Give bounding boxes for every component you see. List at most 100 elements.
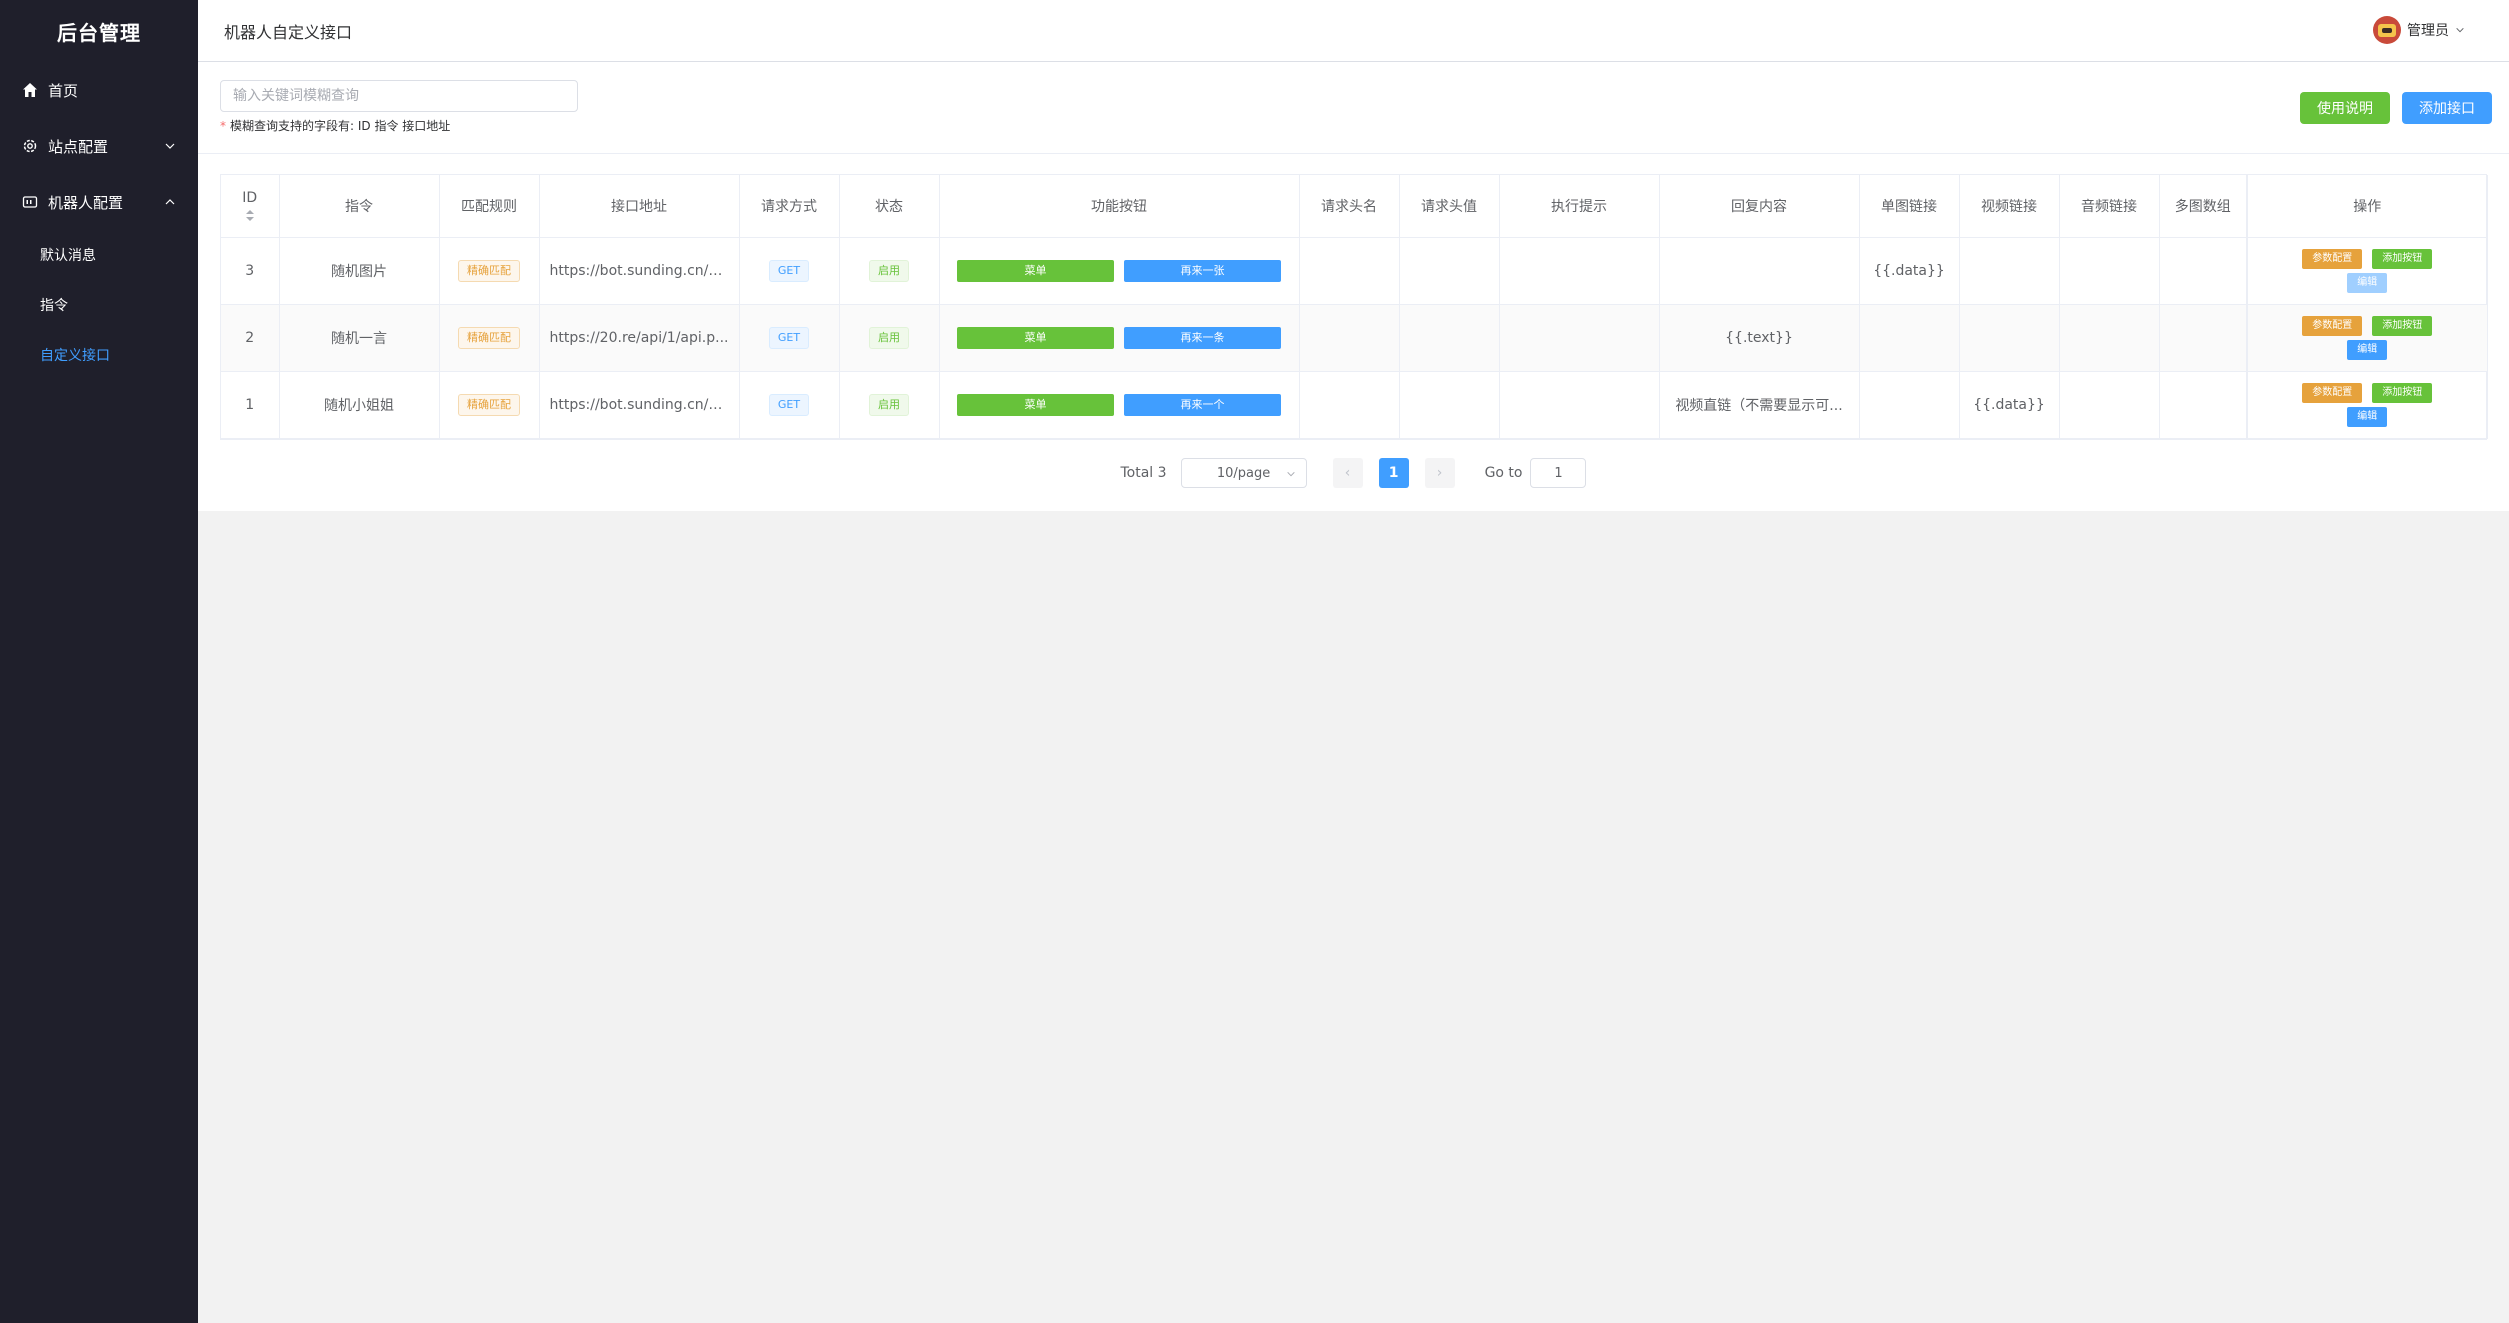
prev-page-button[interactable]: ‹ — [1332, 458, 1363, 488]
cell-audio-link — [2059, 237, 2160, 305]
main-content: * 模糊查询支持的字段有: ID 指令 接口地址 使用说明 添加接口 ID 指令 … — [198, 62, 2509, 511]
method-tag: GET — [768, 393, 810, 416]
cell-command: 随机图片 — [279, 237, 440, 305]
menu-function-button[interactable]: 菜单 — [957, 393, 1114, 416]
cell-header-value — [1399, 237, 1500, 305]
cell-actions: 参数配置 添加按钮 编辑 — [2246, 304, 2488, 372]
again-function-button[interactable]: 再来一条 — [1124, 326, 1281, 349]
column-header-id[interactable]: ID — [221, 175, 280, 238]
table-header-row: ID 指令 匹配规则 接口地址 请求方式 状态 功能按钮 请求头名 请求头值 执… — [221, 175, 2488, 238]
page-number-button[interactable]: 1 — [1378, 458, 1409, 488]
table-row: 2 随机一言 精确匹配 https://20.re/api/1/api.p...… — [221, 304, 2488, 372]
cell-rule: 精确匹配 — [439, 371, 540, 439]
column-header: 执行提示 — [1499, 175, 1660, 238]
column-header: 回复内容 — [1659, 175, 1860, 238]
cell-multi-images — [2159, 237, 2248, 305]
menu-function-button[interactable]: 菜单 — [957, 326, 1114, 349]
method-tag: GET — [768, 326, 810, 349]
cell-function-buttons: 菜单 再来一条 — [939, 304, 1300, 372]
page-size-select[interactable]: 10/page — [1180, 458, 1307, 488]
column-header: 匹配规则 — [439, 175, 540, 238]
cell-function-buttons: 菜单 再来一张 — [939, 237, 1300, 305]
cell-header-value — [1399, 304, 1500, 372]
sidebar-subitem-default-message[interactable]: 默认消息 — [0, 230, 198, 280]
method-tag: GET — [768, 259, 810, 282]
column-header: 单图链接 — [1859, 175, 1960, 238]
sidebar-subitem-custom-api[interactable]: 自定义接口 — [0, 330, 198, 380]
cell-status: 启用 — [839, 237, 940, 305]
sort-icon[interactable] — [245, 209, 254, 222]
cell-video-link: {{.data}} — [1959, 371, 2060, 439]
cell-header-name — [1299, 371, 1400, 439]
sidebar-item-home[interactable]: 首页 — [0, 62, 198, 118]
cell-image-link — [1859, 304, 1960, 372]
sidebar-item-site-config[interactable]: 站点配置 — [0, 118, 198, 174]
match-rule-tag: 精确匹配 — [458, 259, 520, 282]
cell-multi-images — [2159, 304, 2248, 372]
edit-button[interactable]: 编辑 — [2347, 339, 2388, 360]
search-hint: * 模糊查询支持的字段有: ID 指令 接口地址 — [220, 117, 450, 134]
column-header: 音频链接 — [2059, 175, 2160, 238]
cell-tip — [1499, 371, 1660, 439]
chevron-down-icon — [1286, 471, 1295, 477]
cell-reply: {{.text}} — [1659, 304, 1860, 372]
column-header: 多图数组 — [2159, 175, 2248, 238]
cell-function-buttons: 菜单 再来一个 — [939, 371, 1300, 439]
cell-actions: 参数配置 添加按钮 编辑 — [2246, 371, 2488, 439]
cell-status: 启用 — [839, 304, 940, 372]
search-input[interactable] — [220, 80, 578, 112]
sidebar-item-label: 首页 — [48, 81, 79, 100]
gear-icon — [22, 138, 38, 154]
param-config-button[interactable]: 参数配置 — [2302, 248, 2363, 269]
match-rule-tag: 精确匹配 — [458, 393, 520, 416]
add-button-button[interactable]: 添加按钮 — [2372, 248, 2433, 269]
column-header-label: ID — [242, 189, 258, 206]
cell-reply — [1659, 237, 1860, 305]
chevron-up-icon — [165, 199, 175, 205]
avatar — [2373, 16, 2401, 44]
column-header: 请求头名 — [1299, 175, 1400, 238]
cell-video-link — [1959, 304, 2060, 372]
user-menu[interactable]: 管理员 — [2373, 16, 2465, 44]
sidebar-item-robot-config[interactable]: 机器人配置 — [0, 174, 198, 230]
chevron-down-icon — [165, 143, 175, 149]
goto-page-input[interactable] — [1530, 458, 1587, 488]
param-config-button[interactable]: 参数配置 — [2302, 315, 2363, 336]
cell-audio-link — [2059, 371, 2160, 439]
again-function-button[interactable]: 再来一张 — [1124, 259, 1281, 282]
cell-command: 随机小姐姐 — [279, 371, 440, 439]
param-config-button[interactable]: 参数配置 — [2302, 382, 2363, 403]
help-button[interactable]: 使用说明 — [2300, 92, 2390, 124]
cell-command: 随机一言 — [279, 304, 440, 372]
goto-label: Go to — [1484, 465, 1523, 481]
edit-button[interactable]: 编辑 — [2347, 272, 2388, 293]
cell-actions: 参数配置 添加按钮 编辑 — [2246, 237, 2488, 305]
home-icon — [22, 82, 38, 98]
divider — [198, 153, 2509, 154]
sidebar-subitem-commands[interactable]: 指令 — [0, 280, 198, 330]
add-button-button[interactable]: 添加按钮 — [2372, 315, 2433, 336]
cell-id: 3 — [221, 237, 280, 305]
cell-audio-link — [2059, 304, 2160, 372]
page-size-value: 10/page — [1216, 465, 1271, 481]
cell-image-link — [1859, 371, 1960, 439]
match-rule-tag: 精确匹配 — [458, 326, 520, 349]
table-row: 1 随机小姐姐 精确匹配 https://bot.sunding.cn/s...… — [221, 371, 2488, 439]
chevron-down-icon — [2456, 27, 2464, 33]
menu-function-button[interactable]: 菜单 — [957, 259, 1114, 282]
next-page-button[interactable]: › — [1424, 458, 1455, 488]
user-name: 管理员 — [2407, 23, 2449, 39]
cell-id: 1 — [221, 371, 280, 439]
brand-title: 后台管理 — [57, 20, 141, 45]
column-header: 接口地址 — [539, 175, 740, 238]
cell-method: GET — [739, 371, 840, 439]
column-header: 请求头值 — [1399, 175, 1500, 238]
cell-url: https://bot.sunding.cn/s... — [539, 371, 740, 439]
again-function-button[interactable]: 再来一个 — [1124, 393, 1281, 416]
add-api-button[interactable]: 添加接口 — [2402, 92, 2492, 124]
add-button-button[interactable]: 添加按钮 — [2372, 382, 2433, 403]
column-header: 功能按钮 — [939, 175, 1300, 238]
status-badge: 启用 — [869, 259, 909, 282]
edit-button[interactable]: 编辑 — [2347, 406, 2388, 427]
cell-method: GET — [739, 304, 840, 372]
